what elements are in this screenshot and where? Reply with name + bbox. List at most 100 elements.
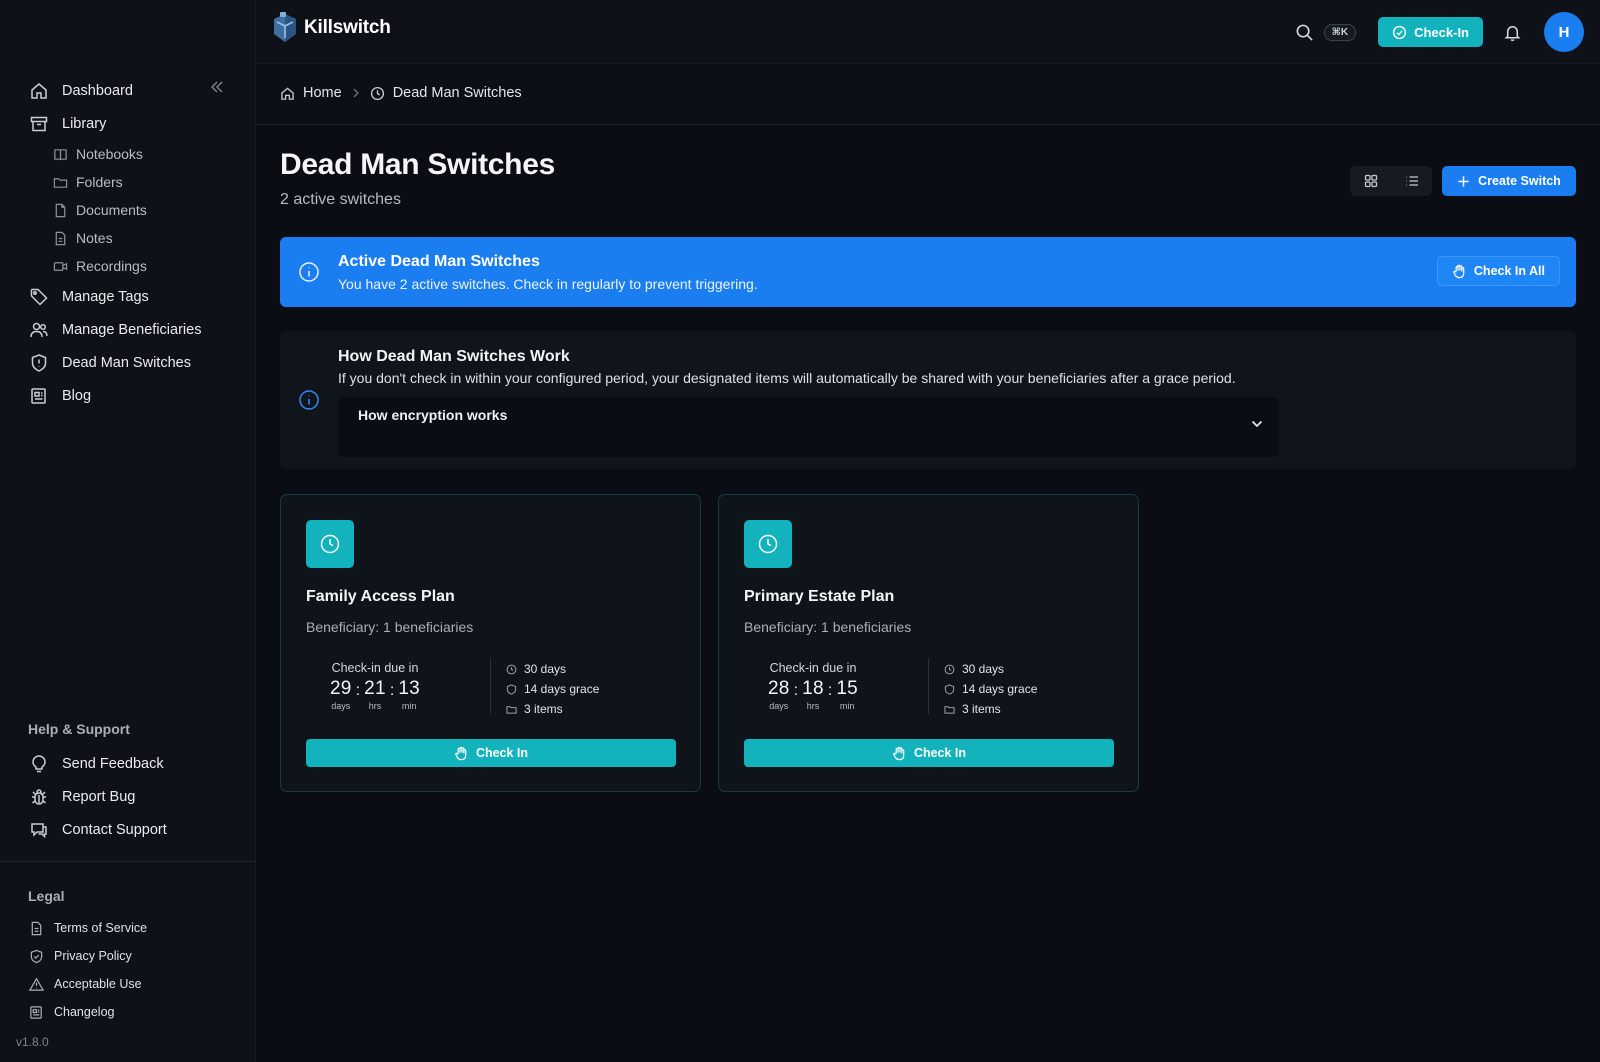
- avatar[interactable]: H: [1544, 12, 1584, 52]
- document-icon: [52, 202, 68, 218]
- legal-nav: Terms of Service Privacy Policy Acceptab…: [24, 914, 236, 1026]
- countdown-hours: 21: [364, 678, 386, 699]
- sidebar-item-contact-support[interactable]: Contact Support: [24, 813, 236, 846]
- check-in-button[interactable]: Check-In: [1378, 17, 1483, 47]
- topbar-actions: ⌘K Check-In H: [1295, 12, 1584, 52]
- home-icon: [28, 80, 50, 102]
- newspaper-icon: [28, 385, 50, 407]
- clock-icon: [506, 664, 517, 675]
- hand-icon: [1452, 264, 1466, 279]
- shield-icon: [28, 352, 50, 374]
- sidebar-item-label: Documents: [76, 202, 147, 218]
- video-icon: [52, 258, 68, 274]
- folder-icon: [944, 704, 955, 715]
- clock-icon: [744, 520, 792, 568]
- sidebar-item-label: Manage Tags: [62, 288, 149, 305]
- countdown-days: 28: [767, 678, 790, 699]
- info-icon: [298, 261, 320, 283]
- create-switch-label: Create Switch: [1478, 174, 1561, 188]
- sidebar-item-label: Send Feedback: [62, 755, 164, 772]
- switch-meta: 30 days 14 days grace 3 items: [506, 659, 599, 719]
- countdown-minutes: 13: [398, 678, 421, 699]
- check-in-label: Check In: [913, 746, 967, 760]
- switch-beneficiaries: Beneficiary: 1 beneficiaries: [744, 619, 912, 635]
- sidebar-item-manage-beneficiaries[interactable]: Manage Beneficiaries: [24, 313, 236, 346]
- active-switches-alert: Active Dead Man Switches You have 2 acti…: [280, 237, 1576, 307]
- check-in-all-button[interactable]: Check In All: [1436, 256, 1560, 286]
- countdown-minutes-label: min: [401, 701, 417, 711]
- sidebar-item-label: Terms of Service: [54, 921, 148, 935]
- sidebar-item-dashboard[interactable]: Dashboard: [24, 74, 236, 107]
- logo-icon: [272, 12, 298, 44]
- sidebar-item-send-feedback[interactable]: Send Feedback: [24, 747, 236, 780]
- sidebar-divider: [0, 861, 256, 862]
- shield-icon: [506, 683, 517, 695]
- sidebar-item-terms[interactable]: Terms of Service: [24, 914, 236, 942]
- switch-period: 30 days: [524, 662, 567, 676]
- sidebar-item-library[interactable]: Library: [24, 107, 236, 140]
- breadcrumb-bar: Home Dead Man Switches: [256, 64, 1600, 125]
- check-in-button[interactable]: Check In: [306, 739, 676, 767]
- newspaper-icon: [28, 1004, 44, 1020]
- countdown-days: 29: [329, 678, 352, 699]
- switch-period: 30 days: [962, 662, 1005, 676]
- sidebar-item-documents[interactable]: Documents: [52, 196, 236, 224]
- switch-card: Family Access Plan Beneficiary: 1 benefi…: [280, 494, 701, 792]
- app-logo[interactable]: Killswitch: [272, 12, 391, 44]
- shield-icon: [28, 948, 44, 964]
- how-it-works-panel: How Dead Man Switches Work If you don't …: [280, 331, 1576, 469]
- help-section-title: Help & Support: [28, 721, 130, 737]
- chevron-right-icon: [352, 88, 360, 98]
- sidebar-item-label: Folders: [76, 174, 123, 190]
- search-icon[interactable]: [1295, 23, 1314, 42]
- bell-icon[interactable]: [1503, 23, 1522, 42]
- countdown-separator: :: [793, 682, 799, 699]
- sidebar-item-label: Changelog: [54, 1005, 115, 1019]
- grid-view-icon[interactable]: [1350, 166, 1391, 196]
- countdown-hours-label: hrs: [806, 701, 820, 711]
- encryption-accordion[interactable]: How encryption works: [338, 397, 1279, 457]
- howto-title: How Dead Man Switches Work: [338, 348, 570, 365]
- breadcrumb: Home Dead Man Switches: [280, 85, 522, 101]
- hand-icon: [454, 746, 468, 761]
- sidebar-item-changelog[interactable]: Changelog: [24, 998, 236, 1026]
- sidebar-item-label: Dashboard: [62, 82, 133, 99]
- bug-icon: [28, 786, 50, 808]
- library-submenu: Notebooks Folders Documents Notes Record…: [24, 140, 236, 280]
- sidebar-item-label: Privacy Policy: [54, 949, 132, 963]
- chat-icon: [28, 819, 50, 841]
- legal-section-title: Legal: [28, 888, 65, 904]
- sidebar-item-manage-tags[interactable]: Manage Tags: [24, 280, 236, 313]
- list-view-icon[interactable]: [1391, 166, 1432, 196]
- page-subtitle: 2 active switches: [280, 191, 401, 208]
- sidebar-item-label: Blog: [62, 387, 92, 404]
- sidebar-item-folders[interactable]: Folders: [52, 168, 236, 196]
- sidebar-item-label: Report Bug: [62, 788, 136, 805]
- create-switch-button[interactable]: Create Switch: [1442, 166, 1576, 196]
- sidebar-item-acceptable-use[interactable]: Acceptable Use: [24, 970, 236, 998]
- warning-icon: [28, 976, 44, 992]
- sidebar-item-blog[interactable]: Blog: [24, 379, 236, 412]
- main-nav: Dashboard Library Notebooks Folders Docu…: [24, 74, 236, 412]
- shield-icon: [944, 683, 955, 695]
- alert-text: You have 2 active switches. Check in reg…: [338, 276, 758, 292]
- folder-icon: [506, 704, 517, 715]
- sidebar-item-report-bug[interactable]: Report Bug: [24, 780, 236, 813]
- countdown-days-label: days: [331, 701, 351, 711]
- sidebar-item-notes[interactable]: Notes: [52, 224, 236, 252]
- sidebar-item-recordings[interactable]: Recordings: [52, 252, 236, 280]
- sidebar-item-privacy[interactable]: Privacy Policy: [24, 942, 236, 970]
- sidebar-item-label: Notes: [76, 230, 113, 246]
- sidebar-item-notebooks[interactable]: Notebooks: [52, 140, 236, 168]
- switch-title: Primary Estate Plan: [744, 588, 895, 605]
- switch-title: Family Access Plan: [306, 588, 455, 605]
- sidebar-item-dead-man-switches[interactable]: Dead Man Switches: [24, 346, 236, 379]
- alert-title: Active Dead Man Switches: [338, 253, 540, 270]
- breadcrumb-home[interactable]: Home: [303, 85, 342, 101]
- countdown-separator: :: [827, 682, 833, 699]
- check-in-button[interactable]: Check In: [744, 739, 1114, 767]
- app-name: Killswitch: [304, 17, 391, 38]
- sidebar-item-label: Dead Man Switches: [62, 354, 191, 371]
- card-divider: [928, 658, 929, 714]
- countdown-label: Check-in due in: [769, 661, 857, 675]
